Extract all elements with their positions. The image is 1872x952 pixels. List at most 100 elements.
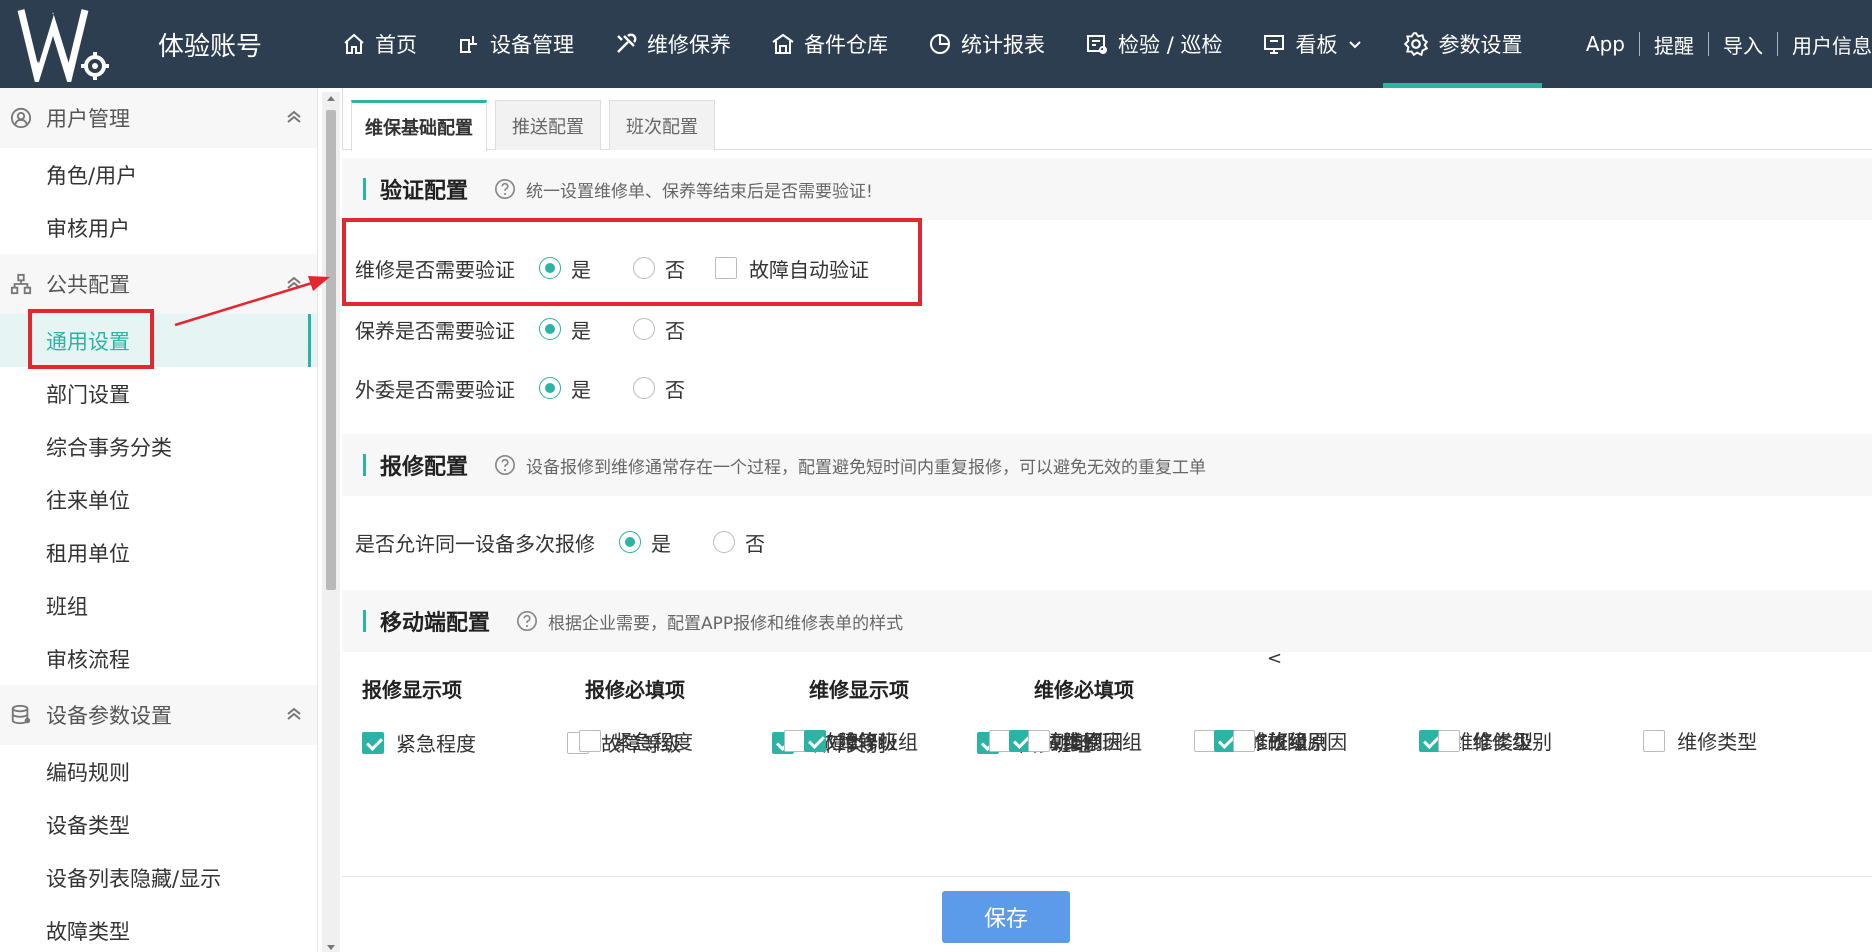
sidebar-item-audit-users[interactable]: 审核用户 bbox=[0, 201, 317, 254]
sidebar-item-device-list-visibility[interactable]: 设备列表隐藏/显示 bbox=[0, 851, 317, 904]
main-content: 维保基础配置 推送配置 班次配置 验证配置 统一设置维修单、保养等结束后是否需要… bbox=[342, 88, 1872, 952]
multi-report-yes-radio[interactable]: 是 bbox=[619, 528, 671, 557]
upkeep-verify-row: 保养是否需要验证 是 否 bbox=[355, 309, 685, 349]
nav-board[interactable]: 看板 bbox=[1242, 0, 1383, 88]
checkbox-box bbox=[1643, 729, 1666, 752]
scroll-thumb[interactable] bbox=[326, 110, 336, 590]
nav-spare-parts[interactable]: 备件仓库 bbox=[751, 0, 908, 88]
sidebar: 用户管理 角色/用户 审核用户 公共配置 通用设置 部门设置 综合事务分类 往来… bbox=[0, 88, 318, 952]
radio-circle bbox=[539, 257, 561, 279]
column-repair-required: 维修班组 故障原因 维修级别 维修类型 bbox=[1028, 718, 1843, 763]
column-title: 报修必填项 bbox=[585, 678, 685, 702]
chevron-up-icon[interactable] bbox=[285, 108, 303, 126]
sidebar-item-audit-flow[interactable]: 审核流程 bbox=[0, 632, 317, 685]
column-title: 维修必填项 bbox=[1034, 678, 1134, 702]
sidebar-item-tenants[interactable]: 租用单位 bbox=[0, 526, 317, 579]
checkbox-report-required-urgency[interactable]: 紧急程度 bbox=[579, 718, 779, 763]
tab-bar: 维保基础配置 推送配置 班次配置 bbox=[342, 88, 1872, 151]
column-title: 报修显示项 bbox=[362, 678, 462, 702]
checkbox-box bbox=[715, 257, 737, 279]
sidebar-item-general-settings[interactable]: 通用设置 bbox=[0, 314, 317, 367]
section-hint: 统一设置维修单、保养等结束后是否需要验证! bbox=[526, 181, 873, 202]
save-button[interactable]: 保存 bbox=[942, 891, 1070, 943]
org-icon bbox=[10, 273, 32, 295]
section-title: 验证配置 bbox=[380, 179, 469, 204]
checkbox-box bbox=[1233, 729, 1256, 752]
radio-circle bbox=[539, 318, 561, 340]
main-nav: 首页 设备管理 维修保养 备件仓库 统计报表 检验 / 巡检 看板 参数设置 bbox=[322, 0, 1543, 88]
checkbox-repair-required-type[interactable]: 维修类型 bbox=[1643, 718, 1843, 763]
chevron-down-icon bbox=[1349, 41, 1362, 49]
sidebar-group-user-management[interactable]: 用户管理 bbox=[0, 88, 317, 148]
checkbox-box bbox=[579, 729, 601, 752]
warehouse-icon bbox=[772, 33, 794, 54]
mobile-columns-area: 报修显示项 紧急程度 故障等级 故障类别 维修班组 报修必填项 紧急程度 故障等… bbox=[342, 628, 1872, 876]
import-link[interactable]: 导入 bbox=[1709, 30, 1777, 59]
outsource-verify-row: 外委是否需要验证 是 否 bbox=[355, 368, 685, 408]
section-accent-bar bbox=[363, 454, 366, 476]
header-right-links: App 提醒 导入 用户信息 bbox=[1572, 0, 1872, 88]
checkbox-repair-display-team[interactable]: 维修班组 bbox=[804, 718, 1004, 763]
scroll-up-arrow-icon[interactable] bbox=[327, 96, 335, 101]
outsource-verify-no-radio[interactable]: 否 bbox=[633, 374, 685, 403]
nav-home[interactable]: 首页 bbox=[322, 0, 437, 88]
upkeep-verify-no-radio[interactable]: 否 bbox=[633, 315, 685, 344]
radio-circle bbox=[633, 318, 655, 340]
upkeep-verify-yes-radio[interactable]: 是 bbox=[539, 315, 591, 344]
sidebar-item-department[interactable]: 部门设置 bbox=[0, 367, 317, 420]
multi-report-no-radio[interactable]: 否 bbox=[713, 528, 765, 557]
outsource-verify-yes-radio[interactable]: 是 bbox=[539, 374, 591, 403]
checkbox-box bbox=[804, 729, 826, 752]
tools-icon bbox=[617, 33, 637, 53]
reminder-link[interactable]: 提醒 bbox=[1640, 30, 1708, 59]
sidebar-item-teams[interactable]: 班组 bbox=[0, 579, 317, 632]
radio-circle bbox=[633, 377, 655, 399]
auto-fault-verify-checkbox[interactable]: 故障自动验证 bbox=[715, 254, 869, 283]
radio-circle bbox=[633, 257, 655, 279]
repair-verify-row: 维修是否需要验证 是 否 故障自动验证 bbox=[355, 248, 869, 288]
chevron-up-icon[interactable] bbox=[285, 705, 303, 723]
top-header: 体验账号 首页 设备管理 维修保养 备件仓库 统计报表 检验 / 巡检 看板 参… bbox=[0, 0, 1872, 88]
scroll-down-arrow-icon[interactable] bbox=[327, 945, 335, 950]
checkbox-report-display-urgency[interactable]: 紧急程度 bbox=[362, 720, 562, 765]
footer-bar: 保存 bbox=[342, 876, 1872, 952]
sidebar-item-coding-rules[interactable]: 编码规则 bbox=[0, 745, 317, 798]
gear-icon bbox=[1404, 32, 1429, 57]
question-icon bbox=[495, 179, 516, 199]
sidebar-item-affairs-category[interactable]: 综合事务分类 bbox=[0, 420, 317, 473]
checkbox-repair-required-team[interactable]: 维修班组 bbox=[1028, 718, 1228, 763]
tab-push-config[interactable]: 推送配置 bbox=[495, 100, 601, 150]
logo[interactable] bbox=[0, 0, 130, 88]
section-report-config: 报修配置 设备报修到维修通常存在一个过程，配置避免短时间内重复报修，可以避免无效… bbox=[342, 434, 1872, 496]
logo-w-gear-icon bbox=[17, 9, 109, 82]
user-icon bbox=[10, 107, 32, 129]
board-icon bbox=[1264, 35, 1285, 54]
user-info-link[interactable]: 用户信息 bbox=[1778, 30, 1872, 59]
question-icon bbox=[495, 455, 516, 475]
checkbox-repair-required-fault-reason[interactable]: 故障原因 bbox=[1233, 718, 1433, 763]
app-link[interactable]: App bbox=[1572, 32, 1639, 56]
sidebar-item-roles-users[interactable]: 角色/用户 bbox=[0, 148, 317, 201]
nav-statistics[interactable]: 统计报表 bbox=[908, 0, 1065, 88]
nav-device-management[interactable]: 设备管理 bbox=[437, 0, 594, 88]
sidebar-item-fault-types[interactable]: 故障类型 bbox=[0, 904, 317, 952]
home-icon bbox=[344, 33, 364, 54]
tab-maintenance-basic[interactable]: 维保基础配置 bbox=[351, 100, 487, 151]
repair-verify-no-radio[interactable]: 否 bbox=[633, 254, 685, 283]
nav-parameter-settings[interactable]: 参数设置 bbox=[1383, 0, 1543, 88]
tab-shift-config[interactable]: 班次配置 bbox=[609, 100, 715, 150]
nav-maintenance[interactable]: 维修保养 bbox=[594, 0, 751, 88]
nav-inspection[interactable]: 检验 / 巡检 bbox=[1065, 0, 1242, 88]
multi-report-row: 是否允许同一设备多次报修 是 否 bbox=[355, 522, 765, 562]
checkbox-repair-required-level[interactable]: 维修级别 bbox=[1438, 718, 1638, 763]
account-name: 体验账号 bbox=[158, 31, 263, 62]
sidebar-item-device-types[interactable]: 设备类型 bbox=[0, 798, 317, 851]
sidebar-scrollbar[interactable] bbox=[322, 92, 340, 952]
pie-chart-icon bbox=[930, 34, 951, 54]
sidebar-item-partners[interactable]: 往来单位 bbox=[0, 473, 317, 526]
sidebar-group-common-config[interactable]: 公共配置 bbox=[0, 254, 317, 314]
sidebar-group-device-params[interactable]: 设备参数设置 bbox=[0, 685, 317, 745]
chevron-up-icon[interactable] bbox=[285, 274, 303, 292]
section-hint: 设备报修到维修通常存在一个过程，配置避免短时间内重复报修，可以避免无效的重复工单 bbox=[526, 457, 1207, 478]
repair-verify-yes-radio[interactable]: 是 bbox=[539, 254, 591, 283]
